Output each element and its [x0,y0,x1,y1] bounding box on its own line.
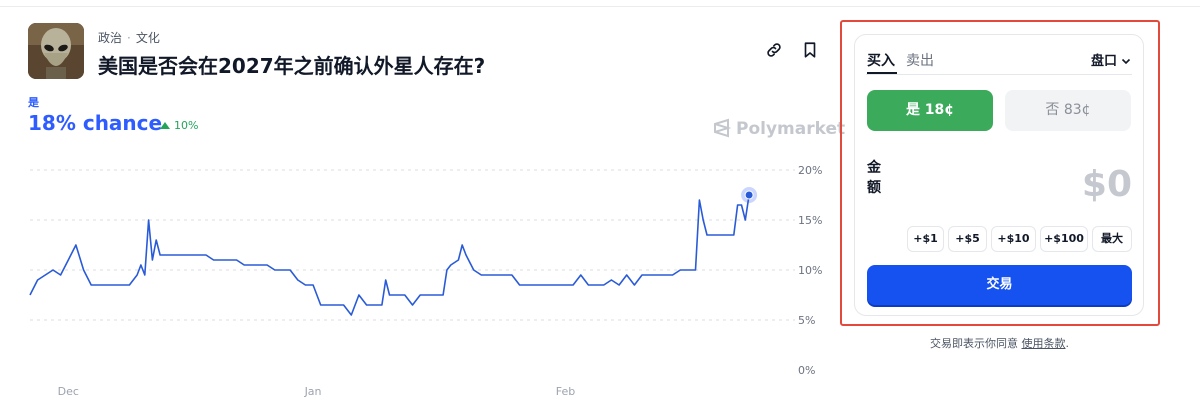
chance-value: 18% chance [28,111,163,135]
brand-watermark: Polymarket [712,118,845,139]
order-type-label: 盘口 [1091,54,1118,69]
y-tick-label: 5% [798,314,815,327]
trade-button[interactable]: 交易 [867,265,1132,305]
y-tick-label: 15% [798,214,822,227]
bookmark-icon[interactable] [802,41,822,61]
current-point [744,190,754,200]
y-tick-label: 20% [798,164,822,177]
amount-input[interactable]: $0 [1082,164,1132,205]
alien-image [28,23,84,79]
y-tick-label: 10% [798,264,822,277]
buy-yes-button[interactable]: 是 18¢ [867,90,993,131]
quick-amount-1[interactable]: +$1 [907,226,944,252]
x-tick-label: Feb [556,385,575,398]
quick-amount-5[interactable]: +$5 [948,226,987,252]
market-avatar [28,23,84,79]
quick-amount-max[interactable]: 最大 [1092,226,1132,252]
terms-link[interactable]: 使用条款 [1022,337,1066,350]
terms-suffix: . [1065,337,1070,350]
y-tick-label: 0% [798,364,815,377]
tab-divider [866,74,1132,75]
link-icon[interactable] [765,41,785,61]
up-arrow-icon [160,122,170,129]
chance-change: 10% [160,119,198,132]
quick-amount-100[interactable]: +$100 [1040,226,1088,252]
x-axis: Dec Jan Feb [58,385,576,398]
order-type-dropdown[interactable]: 盘口 [1091,50,1131,69]
chevron-down-icon [1121,58,1131,65]
chance-change-text: 10% [174,119,199,132]
breadcrumb-separator: · [127,31,131,45]
top-divider [0,6,1200,7]
tab-sell[interactable]: 卖出 [906,50,934,70]
chart-grid [30,169,795,321]
tab-buy[interactable]: 买入 [867,50,895,70]
quick-amount-10[interactable]: +$10 [991,226,1036,252]
terms-prefix: 交易即表示你同意 [930,337,1022,350]
price-chart: 0% 5% 10% 15% 20% Dec Jan Feb [29,164,822,398]
terms-notice: 交易即表示你同意 使用条款. [930,335,1069,351]
buy-no-button[interactable]: 否 83¢ [1005,90,1131,131]
x-tick-label: Dec [58,385,79,398]
market-title: 美国是否会在2027年之前确认外星人存在? [98,54,486,78]
brand-name: Polymarket [736,119,846,139]
outcome-label: 是 [28,96,39,109]
price-line [29,194,750,316]
y-axis: 0% 5% 10% 15% 20% [798,164,822,377]
polymarket-logo-icon [714,118,732,138]
breadcrumb-politics[interactable]: 政治 [98,31,122,45]
amount-label: 金额 [867,160,881,196]
x-tick-label: Jan [304,385,322,398]
breadcrumb-culture[interactable]: 文化 [136,31,160,45]
breadcrumb: 政治 · 文化 [98,29,160,46]
